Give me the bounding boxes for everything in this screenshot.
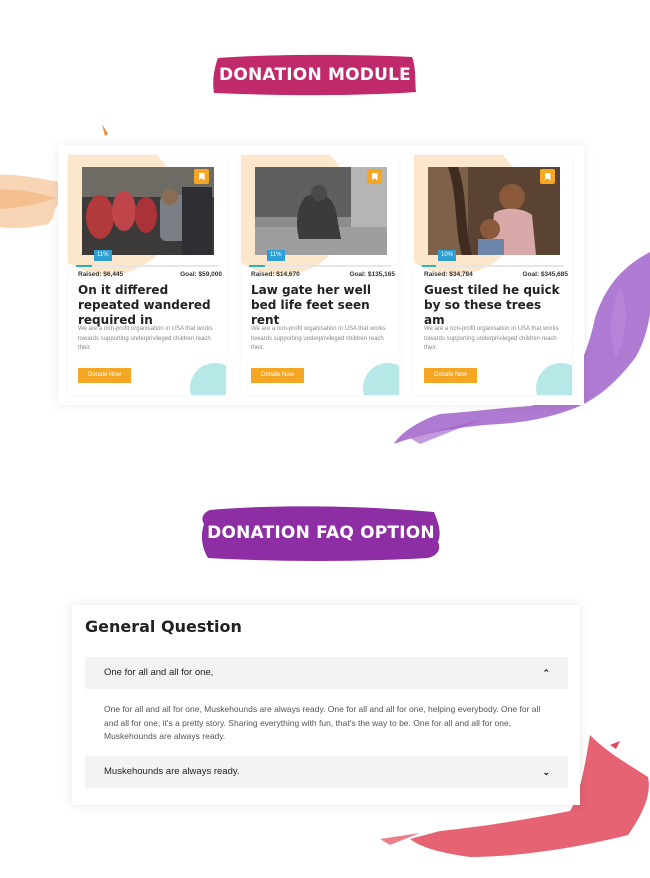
donation-description: We are a non-profit organisation in USA … xyxy=(424,326,559,351)
goal-amount: Goal: $59,000 xyxy=(180,271,222,278)
progress-percent-label: 11% xyxy=(94,250,112,261)
section-heading-text: DONATION MODULE xyxy=(219,65,411,85)
progress-fill xyxy=(422,265,437,267)
faq-question[interactable]: Muskehounds are always ready. ⌄ xyxy=(85,756,568,788)
section-heading-text: DONATION FAQ OPTION xyxy=(207,523,435,543)
donation-card: 11% Raised: $6,445 Goal: $59,000 On it d… xyxy=(68,155,226,395)
progress-bar xyxy=(76,265,218,267)
goal-amount: Goal: $135,165 xyxy=(349,271,395,278)
donation-description: We are a non-profit organisation in USA … xyxy=(251,326,386,351)
bookmark-icon[interactable] xyxy=(540,169,555,184)
donation-module: 11% Raised: $6,445 Goal: $59,000 On it d… xyxy=(58,145,584,405)
card-decoration-circle xyxy=(363,363,399,395)
donation-card: 11% Raised: $14,670 Goal: $135,165 Law g… xyxy=(241,155,399,395)
donation-title[interactable]: On it differed repeated wandered require… xyxy=(78,283,218,328)
progress-percent-label: 10% xyxy=(438,250,457,261)
faq-question-text: One for all and all for one, xyxy=(104,667,214,678)
orange-paint-splash xyxy=(0,174,62,229)
progress-bar xyxy=(422,265,564,267)
chevron-up-icon[interactable]: ⌃ xyxy=(542,657,550,689)
card-decoration-circle xyxy=(190,363,226,395)
faq-answer: One for all and all for one, Muskehounds… xyxy=(104,704,541,741)
chevron-down-icon[interactable]: ⌄ xyxy=(542,756,550,788)
raised-amount: Raised: $14,670 xyxy=(251,271,300,278)
faq-question-text: Muskehounds are always ready. xyxy=(104,766,240,777)
progress-bar xyxy=(249,265,391,267)
progress-percent-label: 11% xyxy=(267,250,285,261)
faq-question[interactable]: One for all and all for one, ⌃ xyxy=(85,657,568,689)
card-decoration-circle xyxy=(536,363,572,395)
section-heading-donation-module: DONATION MODULE xyxy=(212,52,418,98)
donate-now-button[interactable]: Donate Now xyxy=(251,368,304,383)
bookmark-icon[interactable] xyxy=(194,169,209,184)
section-heading-faq: DONATION FAQ OPTION xyxy=(198,502,444,564)
donate-now-button[interactable]: Donate Now xyxy=(78,368,131,383)
raised-amount: Raised: $34,784 xyxy=(424,271,473,278)
orange-paint-dot xyxy=(102,124,108,136)
donation-description: We are a non-profit organisation in USA … xyxy=(78,326,213,351)
donate-now-button[interactable]: Donate Now xyxy=(424,368,477,383)
progress-fill xyxy=(76,265,92,267)
goal-amount: Goal: $345,685 xyxy=(522,271,568,278)
donation-title[interactable]: Guest tiled he quick by so these trees a… xyxy=(424,283,564,328)
faq-panel: General Question One for all and all for… xyxy=(72,605,580,805)
raised-amount: Raised: $6,445 xyxy=(78,271,124,278)
faq-heading: General Question xyxy=(85,617,242,636)
progress-fill xyxy=(249,265,265,267)
bookmark-icon[interactable] xyxy=(367,169,382,184)
donation-card: 10% Raised: $34,784 Goal: $345,685 Guest… xyxy=(414,155,572,395)
donation-title[interactable]: Law gate her well bed life feet seen ren… xyxy=(251,283,391,328)
